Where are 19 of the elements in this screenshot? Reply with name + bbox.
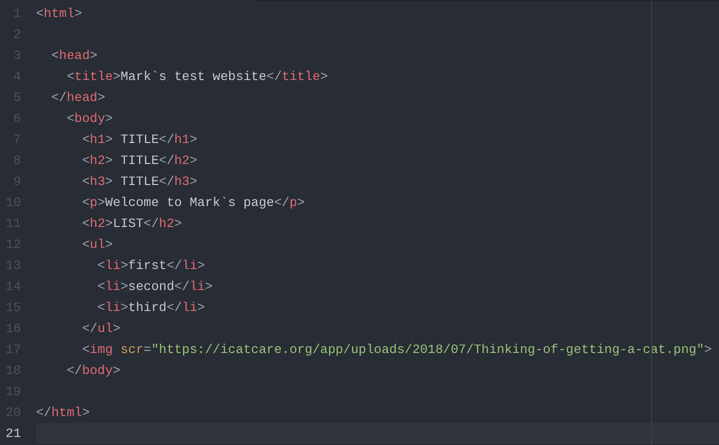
code-line: <h1> TITLE</h1> [81,131,198,149]
code-line: <h3> TITLE</h3> [81,173,198,191]
code-line: <title>Mark`s test website</title> [66,68,329,86]
code-line: <head> [50,47,98,65]
code-line: <h2> TITLE</h2> [81,152,198,170]
code-line: <img scr="https://icatcare.org/app/uploads/2018/07/Thinking-of-getting-a-cat.png"> [81,341,713,359]
code-line: <ul> [81,236,114,254]
code-line: </ul> [81,320,122,338]
code-line: <li>third</li> [96,299,206,317]
code-line: <li>second</li> [96,278,214,296]
code-line: <body> [66,110,114,128]
code-line: <h2>LIST</h2> [81,215,183,233]
code-line: </html> [36,404,91,422]
line-number: 21 [4,426,21,441]
code-line: <li>first</li> [96,257,206,275]
code-line: <html> [36,5,84,23]
code-line: </body> [66,362,122,380]
code-line: </head> [50,89,106,107]
code-line: <p>Welcome to Mark`s page</p> [81,194,306,212]
